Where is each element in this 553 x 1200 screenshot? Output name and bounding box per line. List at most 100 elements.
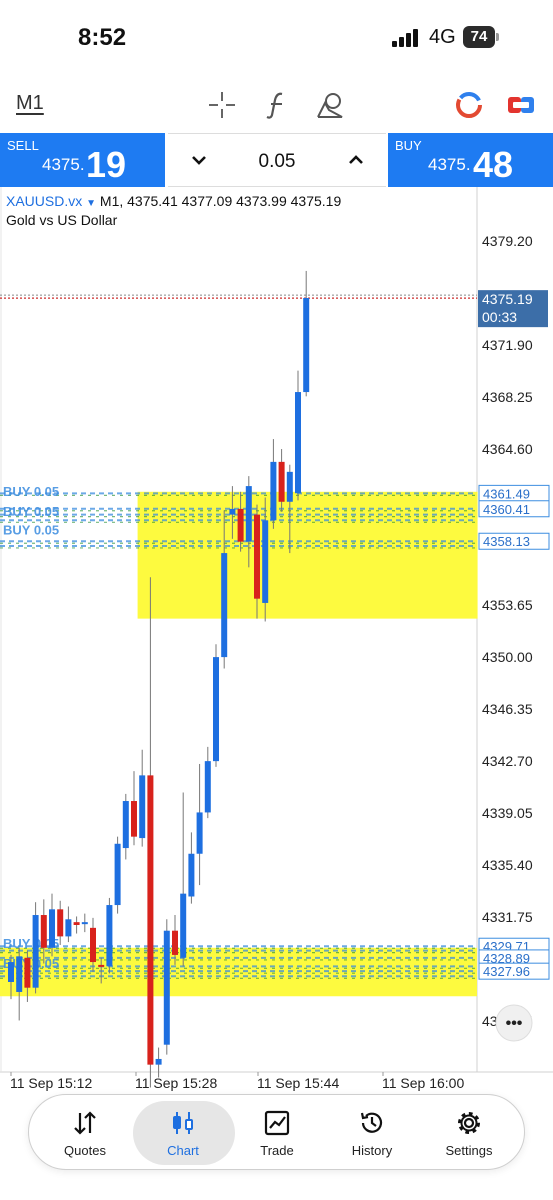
nav-label: Settings [445, 1143, 493, 1158]
candle-body [49, 909, 55, 948]
order-price-label: 4327.96 [483, 964, 530, 979]
candle-body [196, 812, 203, 854]
price-tick-label: 4353.65 [482, 597, 533, 613]
candle-body [114, 843, 121, 906]
history-clock-icon [360, 1112, 383, 1133]
symbol-dropdown-icon[interactable]: ▼ [86, 198, 96, 209]
chart-canvas[interactable]: BUY 0.05BUY 0.05BUY 0.05BUY 0.05BUY 0.05… [0, 187, 553, 1098]
candle-body [163, 930, 170, 1045]
candle-body [122, 801, 129, 849]
buy-price-main: 4375. [428, 155, 471, 174]
candle-body [65, 919, 72, 937]
candle-body [254, 514, 260, 599]
chart-toolbar: M1 [0, 80, 553, 130]
timeframe-button[interactable]: M1 [16, 92, 44, 115]
candle-body [16, 956, 23, 992]
price-tick-label: 4335.40 [482, 857, 533, 873]
order-tag: BUY 0.05 [3, 504, 59, 519]
price-tick-label: 4346.35 [482, 701, 533, 717]
candle-body [81, 922, 88, 925]
order-price-label: 4358.13 [483, 534, 530, 549]
candle-body [40, 915, 47, 948]
current-price-label: 4375.19 [482, 291, 533, 307]
symbol-description: Gold vs US Dollar [6, 212, 118, 228]
candle-body [221, 553, 228, 658]
time-tick-label: 11 Sep 15:28 [135, 1075, 217, 1091]
lot-selector: 0.05 [168, 133, 386, 187]
candle-body [131, 801, 137, 837]
candle-body [303, 298, 310, 393]
candle-body [8, 962, 14, 982]
candle-body [147, 775, 154, 1065]
candle-body [172, 930, 178, 955]
candle-body [295, 392, 301, 494]
price-tick-label: 4331.75 [482, 909, 533, 925]
trading-signals-icon[interactable] [454, 90, 484, 120]
nav-label: History [351, 1143, 393, 1158]
candles-icon [173, 1112, 193, 1134]
candle-body [245, 486, 252, 542]
candle-body [24, 957, 31, 988]
status-time: 8:52 [78, 24, 127, 51]
nav-settings[interactable]: Settings [421, 1095, 517, 1171]
chevron-up-icon[interactable] [346, 150, 366, 170]
more-options-icon[interactable]: ••• [506, 1015, 523, 1032]
time-tick-label: 11 Sep 15:12 [10, 1075, 92, 1091]
candle-body [73, 922, 80, 925]
battery-icon: 74 [463, 26, 499, 48]
candle-body [278, 461, 285, 502]
nav-trade[interactable]: Trade [229, 1095, 325, 1171]
price-tick-label: 4371.90 [482, 337, 533, 353]
sell-label: SELL [7, 138, 39, 153]
buy-label: BUY [395, 138, 422, 153]
symbol-info: XAUUSD.vx ▼ M1, 4375.41 4377.09 4373.99 … [6, 193, 341, 209]
buy-button[interactable]: BUY 4375. 48 [388, 133, 553, 187]
candle-body [32, 915, 39, 988]
price-tick-label: 4339.05 [482, 805, 533, 821]
candle-body [204, 761, 211, 813]
candle-body [213, 657, 219, 762]
sell-button[interactable]: SELL 4375. 19 [0, 133, 165, 187]
ohlc-values: M1, 4375.41 4377.09 4373.99 4375.19 [99, 193, 342, 209]
candle-countdown: 00:33 [482, 309, 517, 325]
candle-body [98, 964, 105, 967]
candle-body [90, 927, 96, 963]
time-tick-label: 11 Sep 15:44 [257, 1075, 339, 1091]
price-tick-label: 4364.60 [482, 441, 533, 457]
nav-chart[interactable]: Chart [129, 1095, 235, 1171]
price-chart[interactable]: BUY 0.05 BUY 0.05 BUY 0.05 BUY 0.05 BUY 0.05… [0, 187, 553, 1098]
trade-panel: SELL 4375. 19 0.05 BUY 4375. 48 [0, 133, 553, 187]
sell-price-pips: 19 [86, 144, 127, 185]
price-tick-label: 4379.20 [482, 233, 533, 249]
candle-body [262, 520, 269, 603]
candle-body [229, 508, 236, 515]
buy-price-pips: 48 [473, 144, 514, 185]
candle-body [57, 909, 64, 937]
nav-quotes[interactable]: Quotes [37, 1095, 133, 1171]
price-tick-label: 4368.25 [482, 389, 533, 405]
crosshair-icon[interactable] [207, 90, 237, 120]
signal-icon [392, 29, 418, 47]
candle-body [180, 893, 187, 958]
time-tick-label: 11 Sep 16:00 [382, 1075, 464, 1091]
candle-body [270, 461, 277, 521]
indicators-icon[interactable] [262, 90, 292, 120]
nav-history[interactable]: History [324, 1095, 420, 1171]
nav-label: Trade [260, 1143, 294, 1158]
bottom-navigation: Quotes Chart Trade History Settings [28, 1094, 525, 1170]
order-price-label: 4361.49 [483, 486, 530, 501]
price-tick-label: 4342.70 [482, 753, 533, 769]
symbol-name[interactable]: XAUUSD.vx [6, 193, 82, 209]
network-type: 4G [429, 26, 456, 48]
trend-chart-icon [264, 1110, 290, 1136]
nav-label: Chart [167, 1143, 199, 1158]
order-tag: BUY 0.05 [3, 523, 59, 538]
sell-price-main: 4375. [42, 155, 85, 174]
objects-icon[interactable] [315, 90, 345, 120]
gear-icon [458, 1112, 480, 1134]
nav-label: Quotes [64, 1143, 106, 1158]
candle-body [106, 905, 113, 967]
one-click-trading-icon[interactable] [506, 90, 536, 120]
candle-body [286, 471, 293, 502]
candle-body [237, 508, 244, 542]
